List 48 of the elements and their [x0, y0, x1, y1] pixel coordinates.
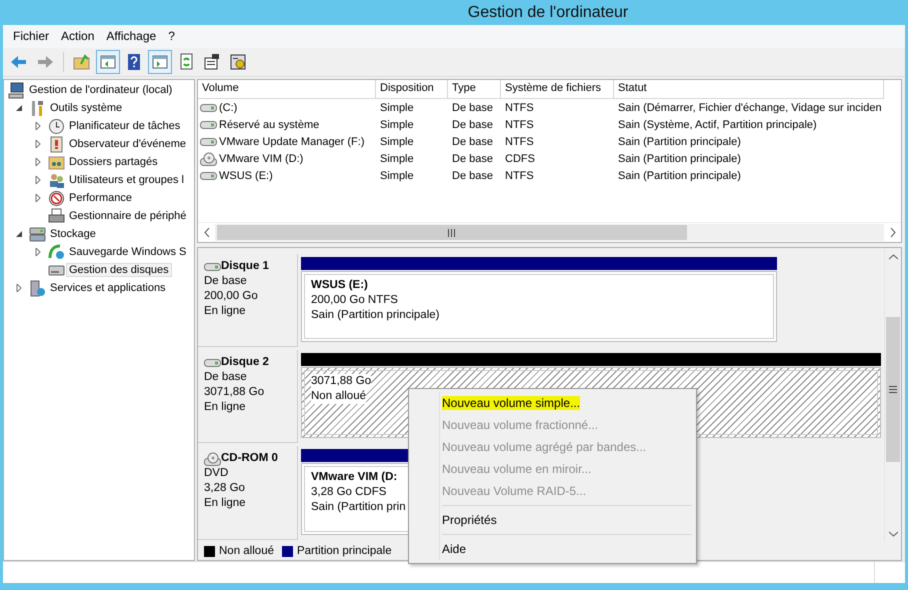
disk-status: En ligne [204, 400, 247, 416]
table-cell-text: NTFS [504, 170, 535, 182]
disk-type: De base [204, 274, 248, 290]
legend-label: Partition principale [296, 545, 392, 558]
disk-type: De base [204, 370, 248, 386]
table-cell: Réservé au système [219, 118, 320, 131]
table-cell: VMware Update Manager (F:) [219, 136, 364, 148]
partition-size: 3071,88 Go [311, 374, 372, 390]
table-cell-text: NTFS [504, 136, 535, 148]
table-cell-text: De base [451, 170, 494, 182]
disk-status: En ligne [204, 496, 247, 512]
table-cell-text: Sain (Partition principale) [617, 170, 742, 182]
table-cell-text: Simple [379, 118, 415, 131]
table-cell-text: Sain (Partition principale) [617, 152, 742, 165]
table-cell-text: NTFS [504, 118, 535, 131]
table-cell-text: Simple [379, 170, 415, 182]
table-cell-text: De base [451, 102, 494, 114]
table-cell-text: NTFS [504, 102, 535, 114]
table-cell-text: De base [451, 118, 494, 131]
disk-status: En ligne [204, 304, 247, 320]
partition-size: 3,28 Go CDFS [311, 485, 386, 500]
table-cell-text: Simple [379, 136, 415, 148]
table-cell-text: Sain (Partition principale) [617, 136, 742, 148]
disk-size: 3071,88 Go [204, 385, 266, 400]
disk-size: 200,00 Go [204, 289, 259, 304]
table-cell: WSUS (E:) [219, 170, 273, 182]
partition-status: Non alloué [311, 389, 366, 404]
partition-name: WSUS (E:) [311, 278, 368, 294]
table-cell-text: CDFS [504, 152, 536, 165]
table-cell-text: Sain (Démarrer, Fichier d'échange, Vidage sur inciden [617, 102, 883, 114]
table-cell-text: Sain (Système, Actif, Partition principale) [617, 118, 818, 131]
disk-name: Disque 2 [221, 355, 269, 370]
partition-size: 200,00 Go NTFS [311, 293, 398, 308]
disk-type: DVD [204, 466, 230, 482]
table-cell: (C:) [219, 102, 238, 114]
table-cell-text: Simple [379, 152, 415, 165]
disk-size: 3,28 Go [204, 481, 246, 496]
partition-name: VMware VIM (D: [311, 470, 398, 486]
disk-name: Disque 1 [221, 259, 269, 274]
disk-name: CD-ROM 0 [221, 451, 278, 466]
table-cell-text: De base [451, 152, 494, 165]
table-cell-text: De base [451, 136, 494, 148]
partition-status: Sain (Partition principale) [311, 308, 440, 324]
window-title: Gestion de l'ordinateur [466, 2, 630, 22]
legend-label: Non alloué [219, 545, 274, 558]
table-cell: VMware VIM (D:) [219, 152, 304, 165]
table-cell-text: Simple [379, 102, 415, 114]
partition-status: Sain (Partition prin [311, 500, 406, 516]
